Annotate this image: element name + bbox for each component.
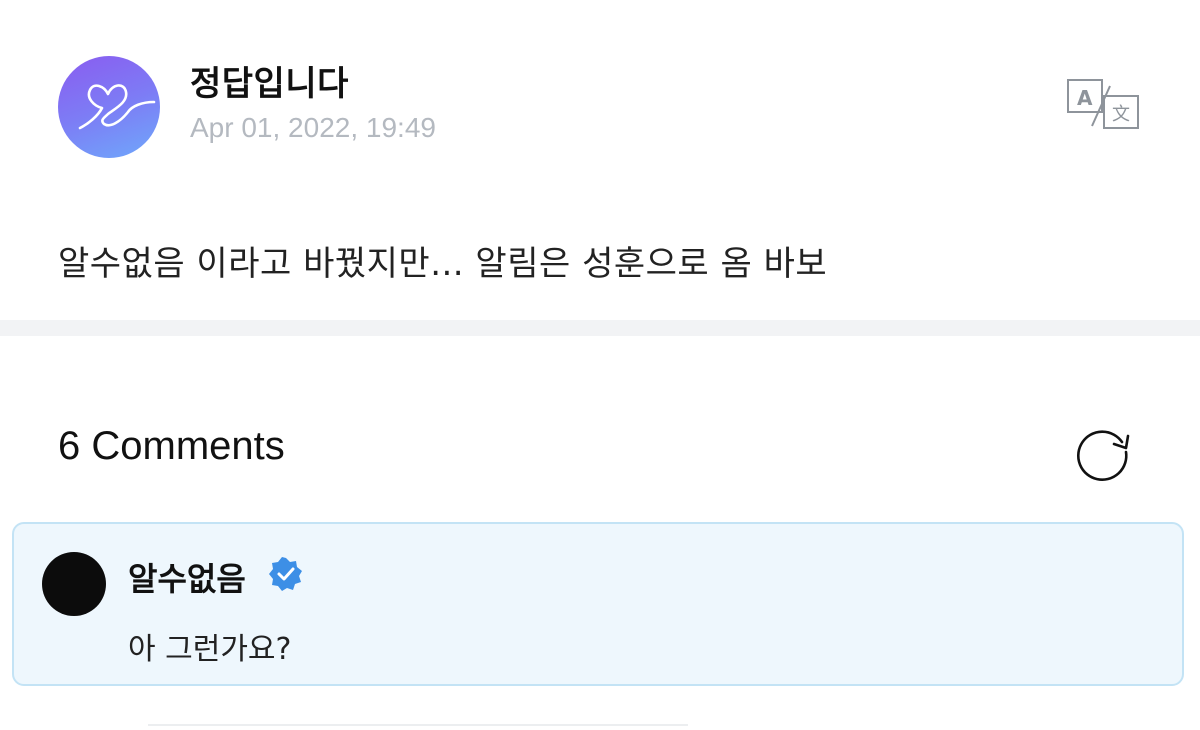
post-timestamp: Apr 01, 2022, 19:49 <box>190 112 436 143</box>
svg-text:文: 文 <box>1112 104 1130 125</box>
author-avatar[interactable] <box>58 56 160 158</box>
commenter-avatar[interactable] <box>42 552 106 616</box>
commenter-name[interactable]: 알수없음 <box>128 554 246 600</box>
post-page: 정답입니다 Apr 01, 2022, 19:49 A 文 알수없음 이라고 바… <box>0 0 1200 730</box>
refresh-button[interactable] <box>1070 418 1134 482</box>
post-body-text: 알수없음 이라고 바꿨지만... 알림은 성훈으로 옴 바보 <box>58 244 828 284</box>
section-divider <box>0 320 1200 336</box>
verified-badge-icon <box>268 556 304 592</box>
comment-text: 아 그런가요? <box>128 632 292 667</box>
refresh-icon <box>1077 430 1130 481</box>
translate-button[interactable]: A 文 <box>1062 76 1144 132</box>
next-comment-divider <box>148 724 688 726</box>
post-author-name[interactable]: 정답입니다 <box>190 56 349 105</box>
translate-icon: A 文 <box>1067 79 1139 129</box>
comments-count-heading: 6 Comments <box>58 424 285 468</box>
svg-text:A: A <box>1077 86 1093 110</box>
heart-scribble-icon <box>78 84 156 130</box>
highlighted-comment[interactable]: 알수없음 아 그런가요? <box>12 522 1184 686</box>
